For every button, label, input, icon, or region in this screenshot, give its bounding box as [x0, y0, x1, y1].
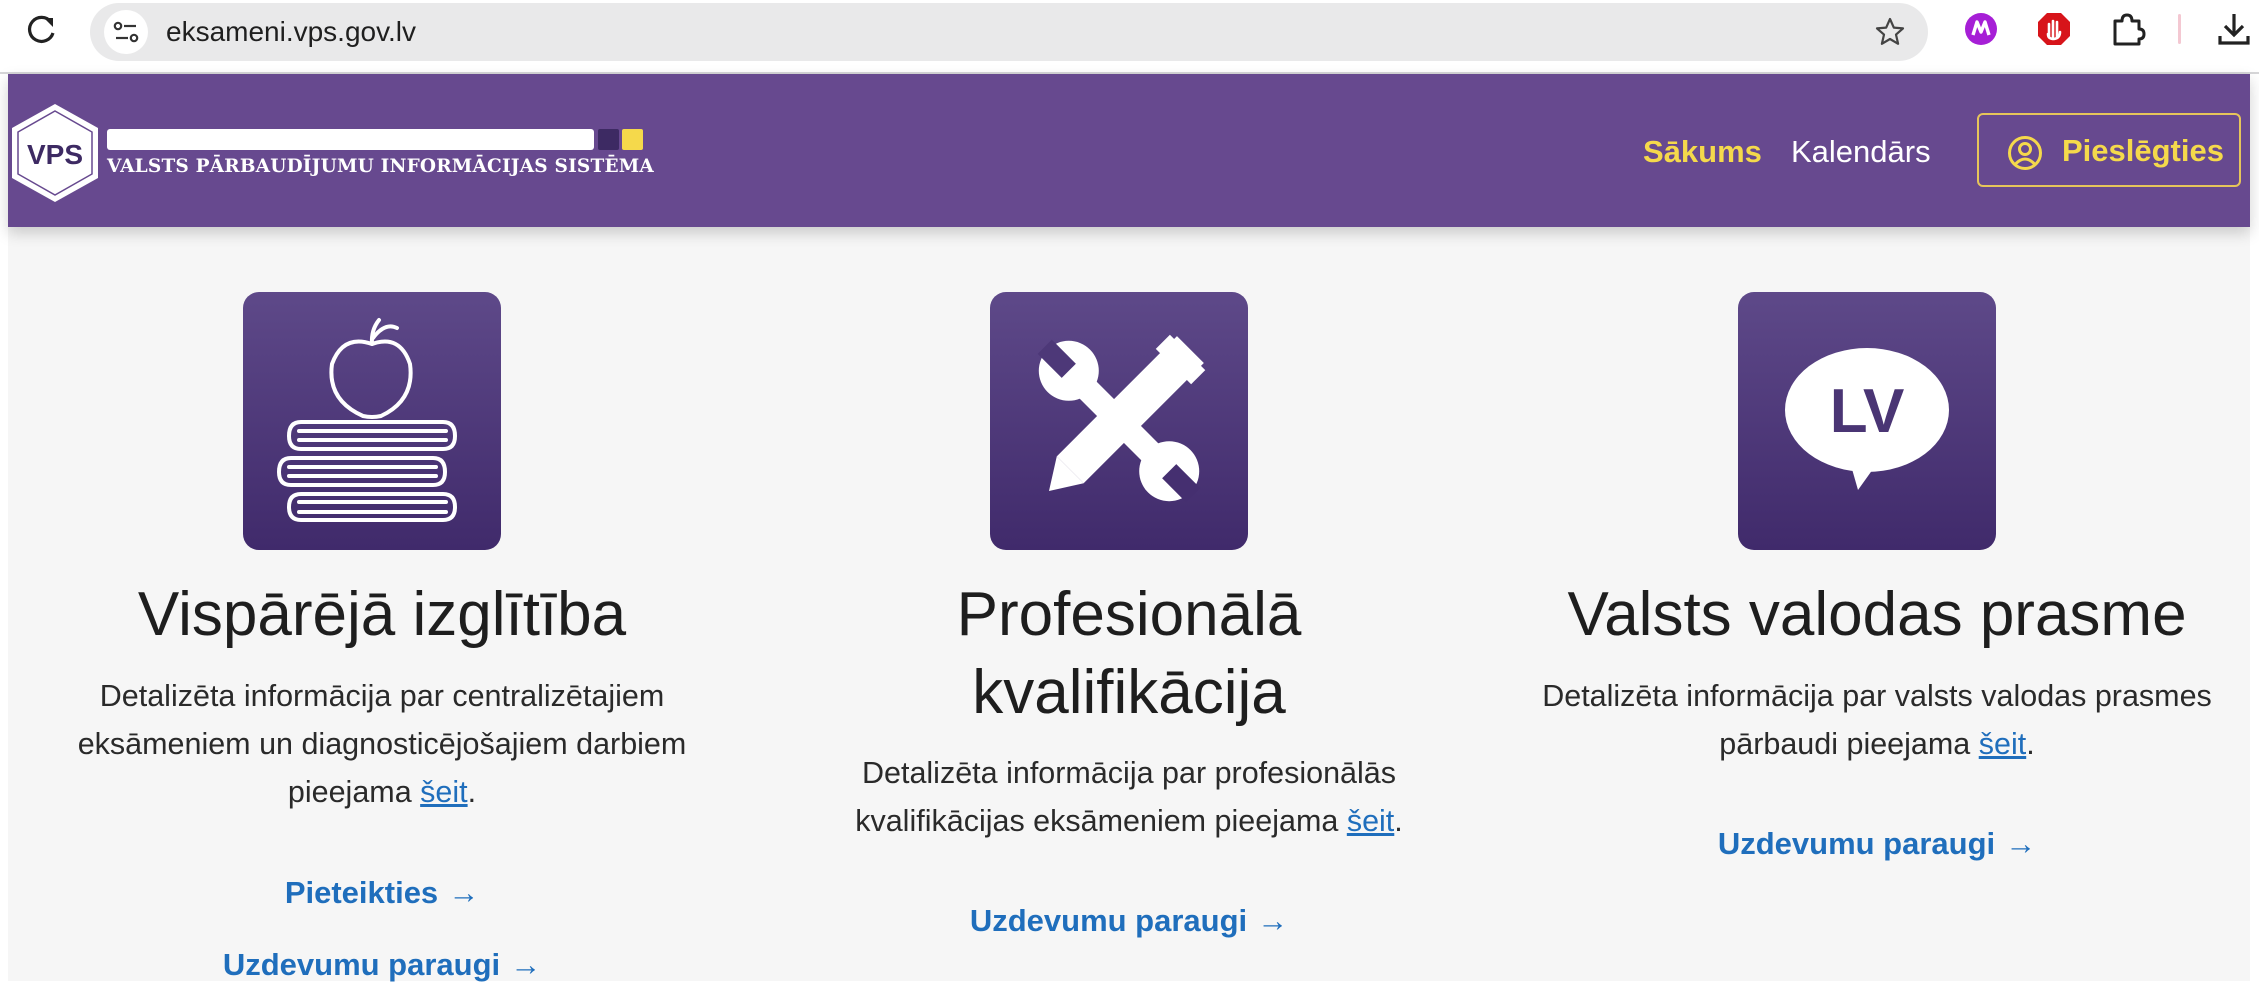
nav-calendar-link[interactable]: Kalendārs	[1791, 134, 1931, 170]
card-description: Detalizēta informācija par centralizētaj…	[77, 679, 687, 809]
url-text[interactable]: eksameni.vps.gov.lv	[166, 3, 416, 61]
browser-toolbar: eksameni.vps.gov.lv	[0, 0, 2259, 72]
toolbar-separator	[2178, 14, 2181, 44]
arrow-right-icon: →	[2005, 826, 2037, 861]
sample-tasks-link[interactable]: Uzdevumu paraugi →	[1507, 824, 2247, 864]
address-bar[interactable]: eksameni.vps.gov.lv	[90, 3, 1928, 61]
logo-text: VPS	[27, 139, 83, 170]
arrow-right-icon: →	[448, 875, 480, 910]
apply-link[interactable]: Pieteikties →	[12, 873, 752, 913]
apple-books-icon	[277, 318, 457, 522]
card-title: Valsts valodas prasme	[1567, 580, 2187, 649]
logo-square-yellow	[622, 129, 643, 150]
details-link[interactable]: šeit	[420, 775, 467, 809]
details-link[interactable]: šeit	[1979, 727, 2026, 761]
bookmark-star-icon[interactable]	[1874, 16, 1906, 48]
marker-extension-icon[interactable]	[1962, 10, 2000, 48]
login-button[interactable]: Pieslēgties	[1977, 113, 2241, 187]
page-content: VPS VALSTS PĀRBAUDĪJUMU INFORMĀCIJAS SIS…	[8, 74, 2250, 982]
puzzle-extensions-icon[interactable]	[2108, 10, 2146, 48]
details-link[interactable]: šeit	[1347, 804, 1394, 838]
ad-blocker-icon[interactable]	[2035, 10, 2073, 48]
download-icon[interactable]	[2215, 10, 2253, 48]
qualification-tile[interactable]	[990, 292, 1248, 550]
sample-tasks-link[interactable]: Uzdevumu paraugi →	[12, 945, 752, 985]
nav-home-link[interactable]: Sākums	[1643, 134, 1762, 170]
site-info-icon[interactable]	[104, 10, 148, 54]
reload-icon[interactable]	[22, 9, 62, 49]
logo-square-dark	[598, 129, 619, 150]
arrow-right-icon: →	[1257, 903, 1289, 938]
card-title: Vispārējā izglītība	[137, 580, 627, 649]
site-header: VPS VALSTS PĀRBAUDĪJUMU INFORMĀCIJAS SIS…	[8, 74, 2250, 227]
system-name: VALSTS PĀRBAUDĪJUMU INFORMĀCIJAS SISTĒMA	[107, 156, 654, 177]
card-description: Detalizēta informācija par profesionālās…	[855, 756, 1403, 838]
vps-logo[interactable]: VPS	[8, 102, 103, 204]
card-title: Profesionālā kvalifikācija	[956, 580, 1302, 727]
lv-text: LV	[1830, 377, 1905, 446]
wrench-pencil-icon	[1037, 334, 1206, 503]
user-circle-icon	[2008, 136, 2042, 170]
education-tile[interactable]	[243, 292, 501, 550]
sample-tasks-link[interactable]: Uzdevumu paraugi →	[759, 901, 1499, 941]
logo-bar	[107, 129, 594, 150]
language-tile[interactable]: LV	[1738, 292, 1996, 550]
lv-speech-bubble-icon: LV	[1785, 348, 1949, 490]
arrow-right-icon: →	[510, 947, 542, 982]
card-description: Detalizēta informācija par valsts valoda…	[1542, 679, 2212, 761]
login-label: Pieslēgties	[2062, 133, 2224, 168]
